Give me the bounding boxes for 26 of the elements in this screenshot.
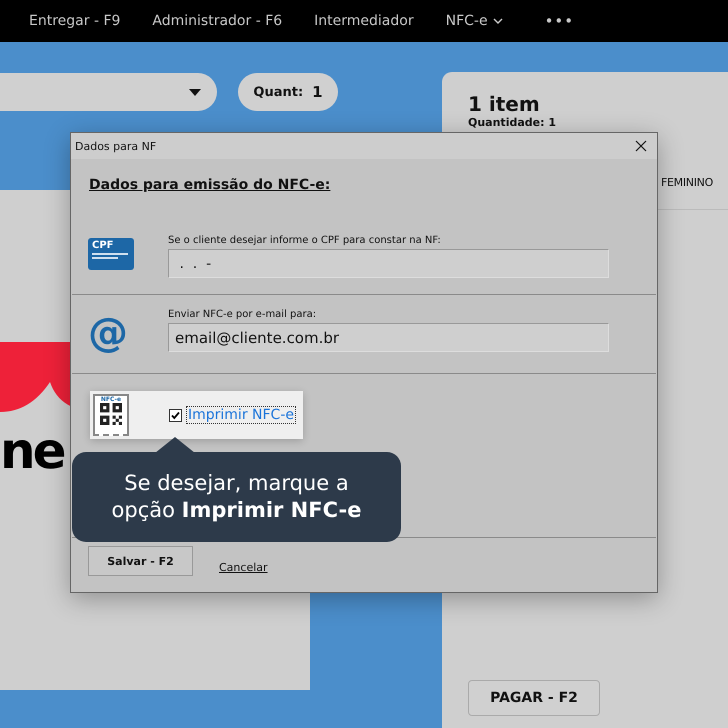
caret-icon <box>189 88 201 96</box>
cpf-field[interactable]: . . - <box>168 249 609 278</box>
tooltip-arrow <box>155 437 195 453</box>
nav-link[interactable]: Entregar - F9 <box>29 13 120 29</box>
quantity-field[interactable]: Quant: 1 <box>238 73 338 111</box>
logo-text: ne <box>0 426 64 476</box>
pay-button[interactable]: PAGAR - F2 <box>468 680 600 716</box>
product-name: FEMININO <box>661 176 714 189</box>
cart-quantity: Quantidade: 1 <box>468 116 557 129</box>
dialog-heading: Dados para emissão do NFC-e: <box>89 177 332 193</box>
chevron-down-icon <box>492 18 503 24</box>
save-button[interactable]: Salvar - F2 <box>88 546 193 576</box>
field-label: Enviar NFC-e por e-mail para: <box>168 309 318 320</box>
id-card-icon: CPF <box>88 238 134 270</box>
nav-link[interactable]: Intermediador <box>314 13 414 29</box>
field-label: Se o cliente desejar informe o CPF para constar na NF: <box>168 235 442 246</box>
cancel-link[interactable]: Cancelar <box>219 560 268 574</box>
at-sign-icon: @ <box>88 313 130 353</box>
email-field[interactable]: email@cliente.com.br <box>168 323 609 352</box>
window-title: Dados para NF <box>75 140 156 152</box>
more-button[interactable]: ••• <box>544 12 574 30</box>
close-icon[interactable] <box>635 140 647 152</box>
nav-link[interactable]: Administrador - F6 <box>152 13 282 29</box>
nav-menu[interactable]: NFC-e <box>446 13 503 29</box>
checkbox[interactable] <box>169 408 182 422</box>
cart-title: 1 item <box>468 92 541 116</box>
